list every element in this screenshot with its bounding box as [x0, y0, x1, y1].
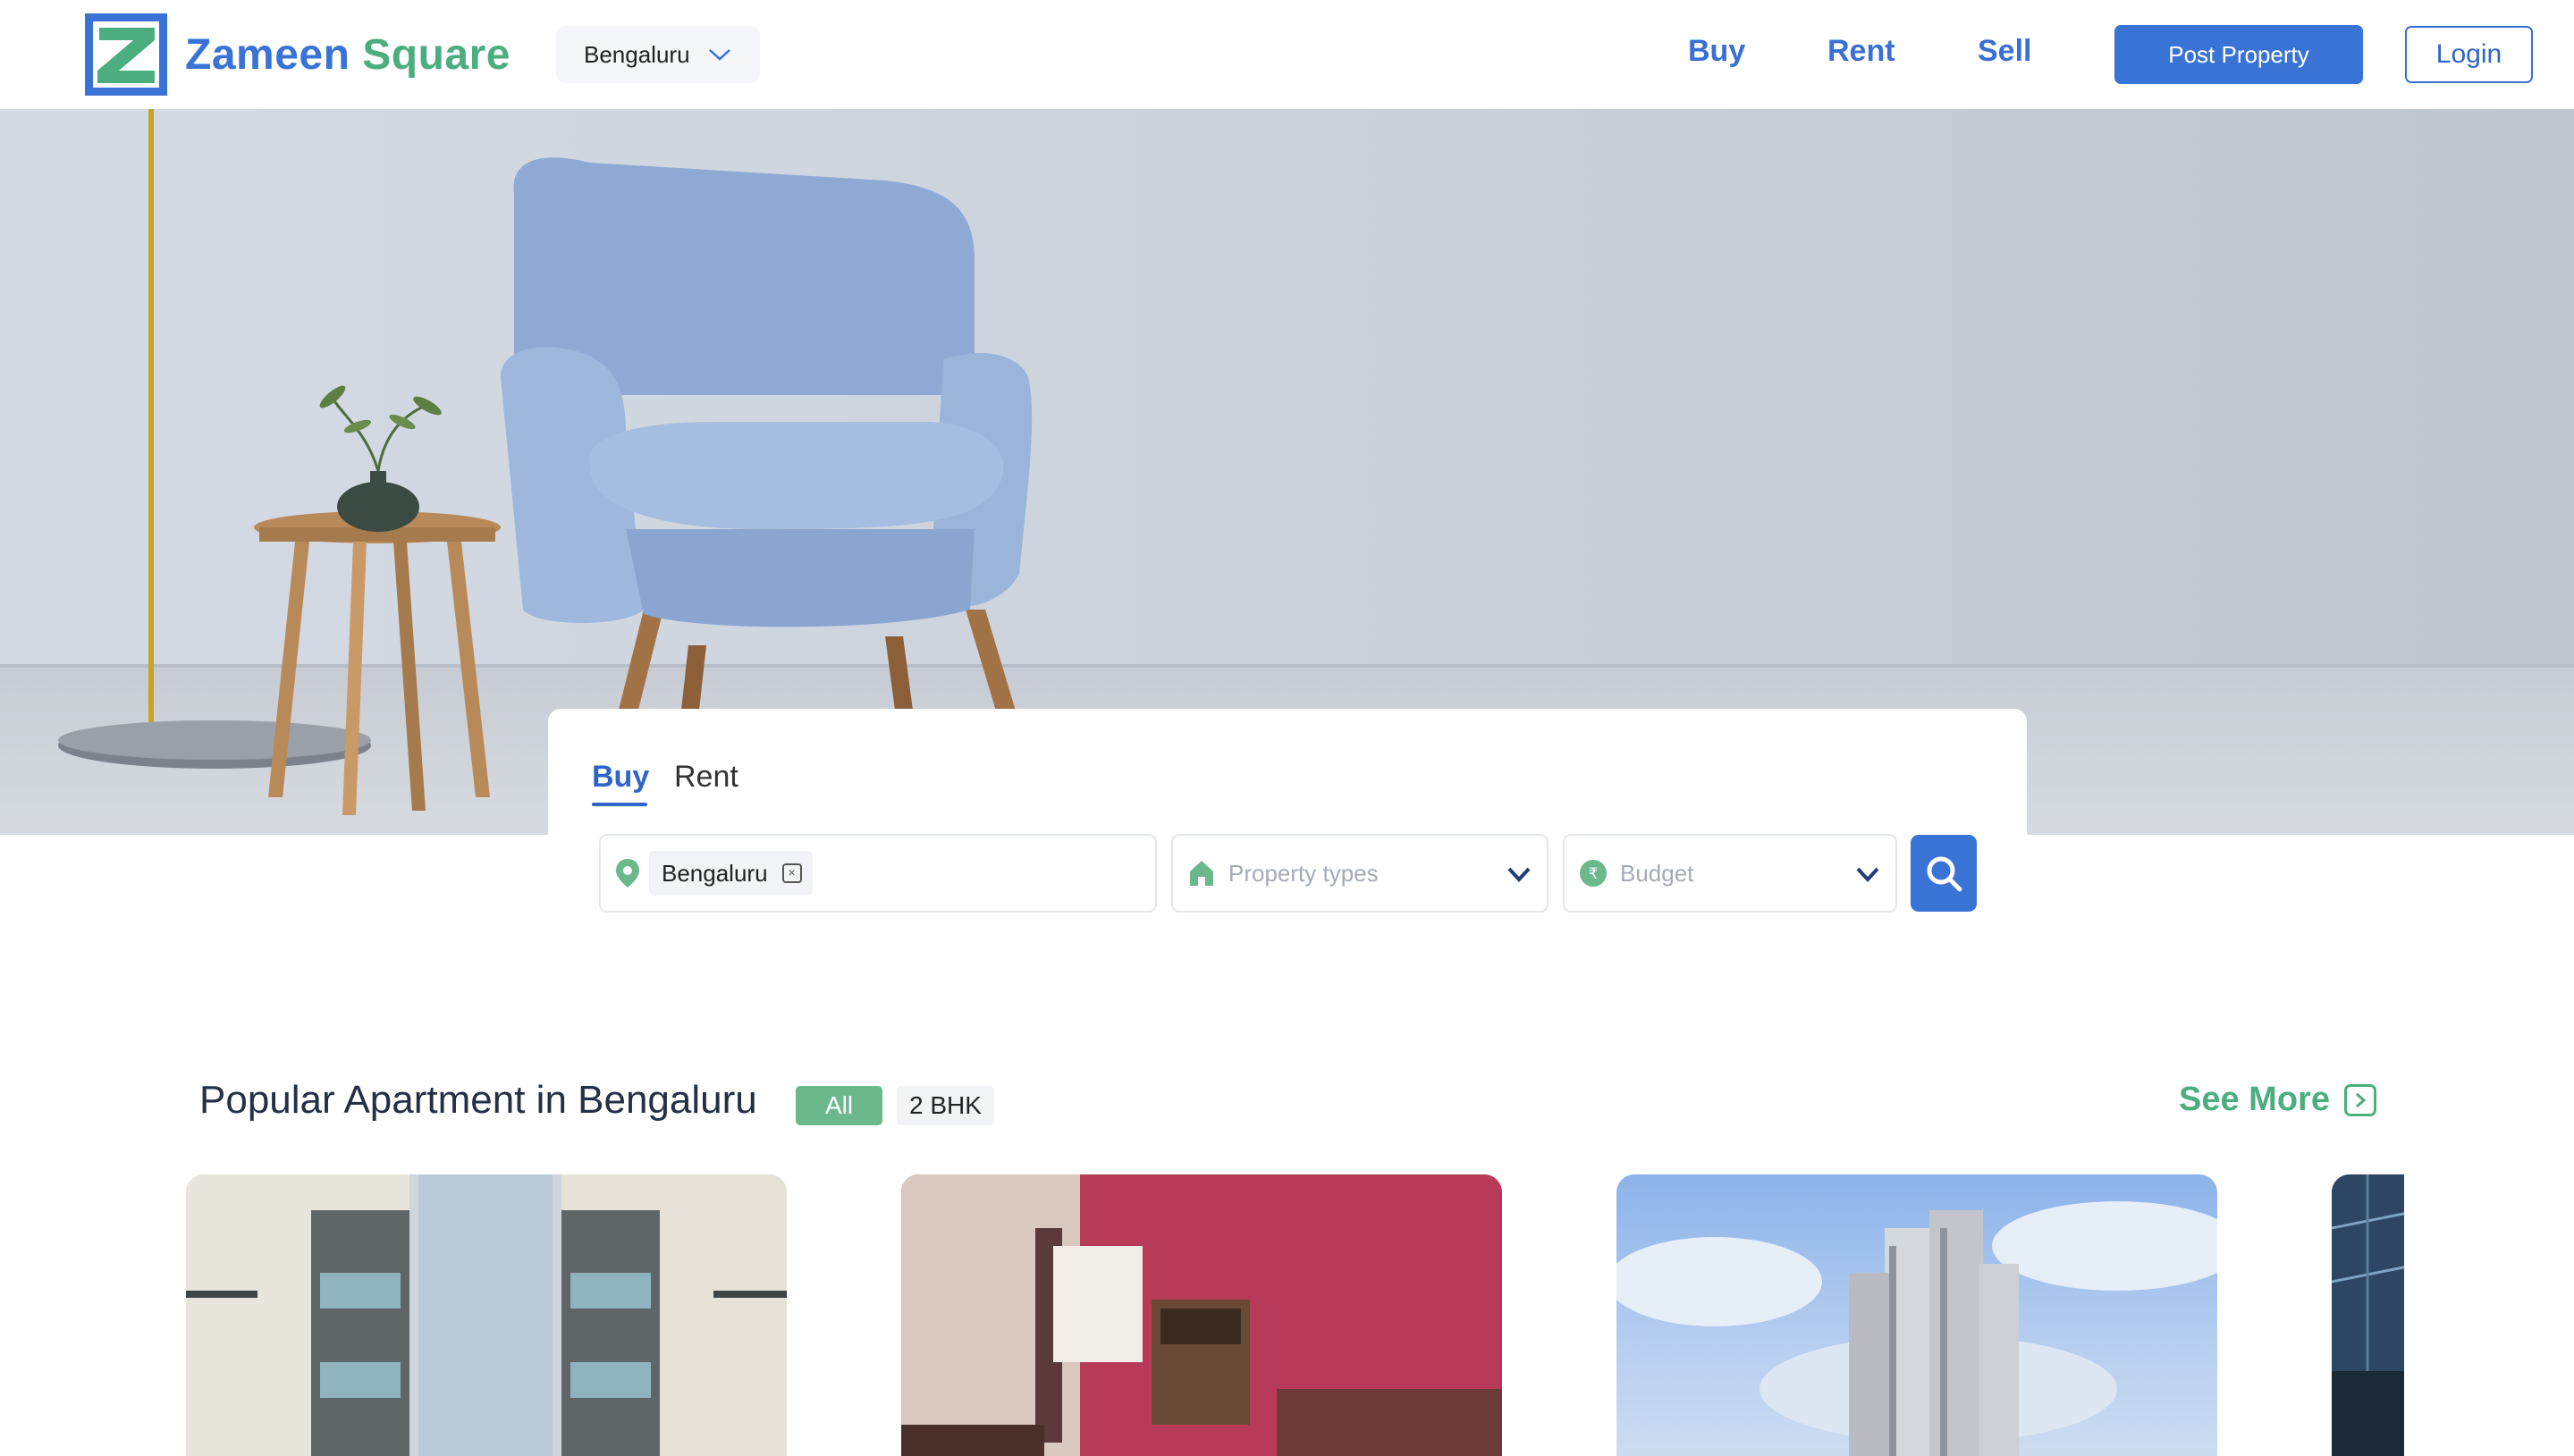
search-button[interactable]: [1911, 835, 1977, 912]
apartment-image: [901, 1174, 1502, 1456]
home-icon: [1190, 861, 1213, 886]
apartment-card[interactable]: [1616, 1174, 2217, 1456]
search-panel: Buy Rent Bengaluru × Property types ₹ Bu…: [548, 709, 2027, 941]
brand-logo[interactable]: Zameen Square: [85, 13, 511, 96]
brand-logo-icon: [85, 13, 167, 96]
apartment-card[interactable]: [186, 1174, 787, 1456]
apartment-image: [186, 1174, 787, 1456]
city-selector-value: Bengaluru: [584, 40, 690, 68]
close-icon[interactable]: ×: [781, 863, 802, 883]
login-button[interactable]: Login: [2405, 26, 2533, 83]
brand-name: Zameen Square: [185, 30, 511, 80]
chevron-down-icon: [708, 49, 730, 61]
apartment-carousel: [0, 1174, 2404, 1456]
filter-2bhk[interactable]: 2 BHK: [897, 1086, 994, 1125]
nav-buy[interactable]: Buy: [1688, 34, 1745, 69]
see-more-link[interactable]: See More: [2179, 1081, 2376, 1119]
location-chip-label: Bengaluru: [662, 859, 768, 887]
budget-select[interactable]: ₹ Budget: [1563, 834, 1897, 913]
budget-placeholder: Budget: [1620, 859, 1694, 887]
brand-word-zameen: Zameen: [185, 30, 350, 79]
see-more-label: See More: [2179, 1081, 2330, 1118]
tab-buy[interactable]: Buy: [592, 760, 649, 795]
search-icon: [1927, 856, 1962, 892]
chevron-down-icon: [1507, 867, 1531, 882]
apartment-card[interactable]: [901, 1174, 1502, 1456]
city-selector[interactable]: Bengaluru: [556, 26, 760, 83]
brand-word-square: Square: [362, 30, 511, 79]
apartment-image: [1616, 1201, 2217, 1456]
section-title: Popular Apartment in Bengaluru: [199, 1078, 757, 1122]
svg-text:₹: ₹: [1589, 865, 1599, 883]
property-types-select[interactable]: Property types: [1171, 834, 1549, 913]
tab-rent[interactable]: Rent: [674, 760, 738, 795]
nav-sell[interactable]: Sell: [1978, 34, 2031, 69]
location-chip: Bengaluru ×: [649, 851, 813, 896]
filter-all[interactable]: All: [796, 1086, 882, 1125]
rupee-icon: ₹: [1580, 860, 1607, 887]
apartment-image: [2332, 1174, 2404, 1456]
chevron-down-icon: [1856, 867, 1879, 882]
location-pin-icon: [616, 859, 639, 888]
property-types-placeholder: Property types: [1228, 859, 1379, 887]
post-property-button[interactable]: Post Property: [2114, 25, 2363, 84]
apartment-card[interactable]: [2332, 1174, 2404, 1456]
tab-buy-underline: [592, 803, 647, 806]
location-field[interactable]: Bengaluru ×: [599, 834, 1157, 913]
top-navbar: Zameen Square Bengaluru Buy Rent Sell Po…: [0, 0, 2574, 109]
chevron-right-icon: [2343, 1083, 2376, 1116]
nav-rent[interactable]: Rent: [1827, 34, 1895, 69]
